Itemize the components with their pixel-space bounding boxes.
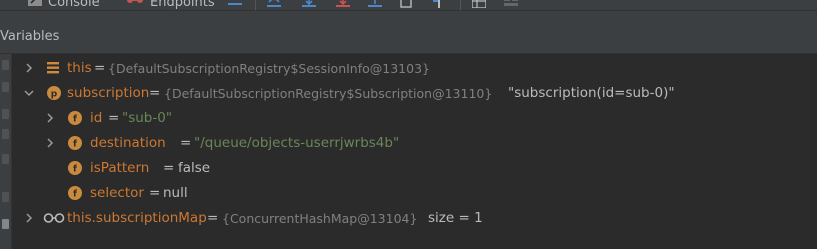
equals-sign: = <box>207 209 219 226</box>
side-toolbar-button[interactable] <box>2 82 9 92</box>
equals-sign: = <box>108 109 120 126</box>
trace-stream-button <box>504 0 518 8</box>
variable-name: selector <box>90 184 144 201</box>
parameter-icon: p <box>47 86 61 100</box>
boolean-value: false <box>178 159 211 176</box>
drop-frame-button[interactable] <box>400 0 414 8</box>
variables-tree: this = {DefaultSubscriptionRegistry$Sess… <box>12 54 817 249</box>
variable-name: isPattern <box>90 159 150 176</box>
side-toolbar-button[interactable] <box>2 219 9 229</box>
endpoints-icon <box>126 0 144 10</box>
size-value: size = 1 <box>428 209 483 226</box>
equals-sign: = <box>180 134 192 151</box>
tree-row-ispattern[interactable]: f isPattern = false <box>12 155 817 180</box>
evaluate-expression-button[interactable] <box>471 0 487 9</box>
step-into-button[interactable] <box>302 0 316 8</box>
variable-name: this <box>67 59 92 76</box>
tab-console-label: Console <box>48 0 100 10</box>
svg-text:f: f <box>73 190 77 200</box>
svg-text:f: f <box>73 115 77 125</box>
step-out-button[interactable] <box>368 0 382 8</box>
string-value: "sub-0" <box>122 109 173 126</box>
chevron-right-icon[interactable] <box>44 112 56 124</box>
tab-console[interactable]: Console <box>28 0 100 10</box>
null-value: null <box>163 184 188 201</box>
tab-endpoints[interactable]: Endpoints <box>126 0 215 10</box>
tree-row-this[interactable]: this = {DefaultSubscriptionRegistry$Sess… <box>12 55 817 80</box>
tree-row-subscription[interactable]: p subscription = {DefaultSubscriptionReg… <box>12 80 817 105</box>
side-toolbar-button[interactable] <box>2 109 9 119</box>
variable-name: subscription <box>67 84 150 101</box>
equals-sign: = <box>149 84 161 101</box>
tree-row-subscriptionmap[interactable]: this.subscriptionMap = {ConcurrentHashMa… <box>12 205 817 230</box>
variable-name: destination <box>90 134 166 151</box>
chevron-right-icon[interactable] <box>44 137 56 149</box>
svg-text:f: f <box>73 165 77 175</box>
field-icon: f <box>68 186 82 200</box>
string-value: "/queue/objects-userrjwrbs4b" <box>194 134 400 151</box>
variable-name: this.subscriptionMap <box>67 209 207 226</box>
equals-sign: = <box>163 159 175 176</box>
side-toolbar-button[interactable] <box>2 192 9 202</box>
variable-name: id <box>90 109 103 126</box>
run-to-cursor-button[interactable] <box>432 0 446 8</box>
force-step-into-button[interactable] <box>336 0 350 8</box>
side-toolbar-button[interactable] <box>2 154 9 164</box>
debugger-window: Console Endpoints Variables this = {Defa… <box>0 0 817 249</box>
equals-sign: = <box>149 184 161 201</box>
chevron-right-icon[interactable] <box>23 212 35 224</box>
equals-sign: = <box>94 59 106 76</box>
chevron-right-icon[interactable] <box>23 62 35 74</box>
object-reference: {ConcurrentHashMap@13104} <box>222 211 418 226</box>
field-icon: f <box>68 136 82 150</box>
tab-endpoints-label: Endpoints <box>150 0 215 10</box>
panel-title: Variables <box>0 29 60 44</box>
variables-header: Variables <box>0 11 817 54</box>
object-reference: {DefaultSubscriptionRegistry$SessionInfo… <box>108 61 430 76</box>
field-icon: f <box>68 161 82 175</box>
tree-row-selector[interactable]: f selector = null <box>12 180 817 205</box>
object-reference: {DefaultSubscriptionRegistry$Subscriptio… <box>164 86 493 101</box>
side-toolbar <box>0 54 12 249</box>
field-list-icon <box>47 62 59 74</box>
chevron-down-icon[interactable] <box>23 87 35 99</box>
svg-text:f: f <box>73 140 77 150</box>
show-execution-point-button[interactable] <box>228 0 242 8</box>
tree-row-id[interactable]: f id = "sub-0" <box>12 105 817 130</box>
to-string-value: "subscription(id=sub-0)" <box>508 84 675 101</box>
field-icon: f <box>68 111 82 125</box>
console-icon <box>28 0 42 10</box>
side-toolbar-button[interactable] <box>2 129 9 139</box>
watch-glasses-icon <box>43 213 65 223</box>
svg-text:p: p <box>51 90 58 100</box>
debug-toolbar: Console Endpoints <box>0 0 817 11</box>
step-over-button[interactable] <box>267 0 281 8</box>
tree-row-destination[interactable]: f destination = "/queue/objects-userrjwr… <box>12 130 817 155</box>
side-toolbar-button[interactable] <box>2 60 9 70</box>
